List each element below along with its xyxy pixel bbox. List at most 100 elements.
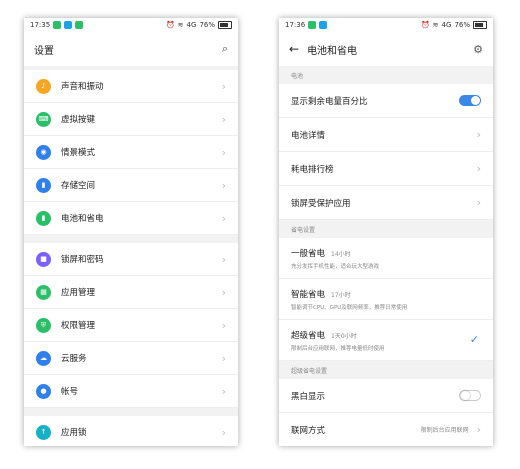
chevron-right-icon: › [221,112,226,126]
mode-time: 1天0小时 [331,332,357,340]
network-label: 4G [186,21,197,29]
network-mode-value: 限制后台应用联网 [420,427,469,434]
status-time: 17:36 [285,21,306,29]
battery-status-icon [218,21,232,29]
chevron-right-icon: › [476,128,481,141]
mode-smart[interactable]: 智能省电 17小时 智能调节CPU、GPU及联网频率，推荐日常使用 [279,279,493,320]
settings-item-virtual-keys[interactable]: ⌨ 虚拟按键 › [24,103,238,136]
eye-icon: ◉ [36,144,51,160]
mono-display-row[interactable]: 黑白显示 [279,379,493,413]
notification-icon [308,21,317,29]
mode-time: 14小时 [331,250,351,258]
mode-name: 智能省电 [291,289,326,300]
settings-item-label: 锁屏和密码 [61,255,104,265]
settings-item-scene-mode[interactable]: ◉ 情景模式 › [24,136,238,169]
settings-item-label: 情景模式 [61,148,96,158]
page-title: 设置 [34,45,54,57]
settings-item-label: 云服务 [61,354,87,364]
settings-item-sound[interactable]: ♪ 声音和振动 › [24,70,238,103]
chevron-right-icon: › [221,79,226,93]
chevron-right-icon: › [221,384,226,398]
section-header-battery: 电池 [279,66,493,84]
chevron-right-icon: › [221,351,226,365]
mode-time: 17小时 [331,291,351,299]
status-time: 17:35 [30,21,51,29]
keyboard-icon: ⌨ [36,111,51,127]
settings-item-battery[interactable]: ▮ 电池和省电 › [24,202,238,235]
power-ranking-row[interactable]: 耗电排行榜 › [279,152,493,186]
settings-item-label: 应用锁 [61,428,87,438]
back-arrow-icon[interactable]: ← [289,42,299,56]
settings-item-label: 声音和振动 [61,82,104,92]
chevron-right-icon: › [221,425,226,439]
show-percent-label: 显示剩余电量百分比 [291,96,368,107]
battery-details-row[interactable]: 电池详情 › [279,118,493,152]
mode-description: 智能调节CPU、GPU及联网频率，推荐日常使用 [291,304,408,311]
chevron-right-icon: › [221,211,226,225]
battery-screen: 17:36 ⏰ ≋ 4G 76% ← 电池和省电 ⚙ 电池 显示剩余电量百分比 … [279,18,493,446]
settings-item-label: 存储空间 [61,181,96,191]
settings-screen: 17:35 ⏰ ≋ 4G 76% 设置 ⌕ ♪ 声音和振动 › ⌨ 虚拟按键 ›… [24,18,238,446]
power-ranking-label: 耗电排行榜 [291,164,334,175]
chevron-right-icon: › [476,423,481,436]
lockscreen-apps-row[interactable]: 锁屏受保护应用 › [279,186,493,220]
settings-group-3: ↑ 应用锁 › [24,416,238,446]
section-header-saving: 省电设置 [279,220,493,238]
battery-percent: 76% [199,21,215,29]
mode-description: 限制后台应用联网，推荐电量低时使用 [291,345,385,352]
section-header-super: 超级省电设置 [279,361,493,379]
page-title: 电池和省电 [307,45,358,57]
header: ← 电池和省电 ⚙ [279,32,493,66]
mono-display-label: 黑白显示 [291,391,326,402]
wifi-icon: ≋ [432,21,439,29]
settings-item-lockscreen[interactable]: ■ 锁屏和密码 › [24,243,238,276]
status-bar: 17:36 ⏰ ≋ 4G 76% [279,18,493,32]
network-mode-label: 联网方式 [291,425,326,436]
settings-item-permissions[interactable]: ⛨ 权限管理 › [24,309,238,342]
mode-name: 一般省电 [291,248,326,259]
settings-item-storage[interactable]: ▮ 存储空间 › [24,169,238,202]
bell-icon: ♪ [36,78,51,94]
shield-icon: ⛨ [36,317,51,333]
settings-item-label: 应用管理 [61,288,96,298]
header: 设置 ⌕ [24,32,238,66]
checkmark-icon: ✓ [469,333,479,346]
show-percent-toggle[interactable] [459,95,481,106]
gear-icon[interactable]: ⚙ [473,43,483,56]
settings-item-label: 帐号 [61,387,79,397]
battery-status-icon [473,21,487,29]
settings-item-account[interactable]: ● 帐号 › [24,375,238,408]
show-percent-row[interactable]: 显示剩余电量百分比 [279,84,493,118]
app-lock-icon: ↑ [36,424,51,440]
notification-icon [75,21,84,29]
alarm-icon: ⏰ [165,21,175,29]
mode-super[interactable]: 超级省电 1天0小时 限制后台应用联网，推荐电量低时使用 ✓ [279,320,493,361]
notification-icon [53,21,62,29]
settings-item-cloud[interactable]: ☁ 云服务 › [24,342,238,375]
apps-icon: ▦ [36,284,51,300]
settings-item-app-management[interactable]: ▦ 应用管理 › [24,276,238,309]
settings-group-2: ■ 锁屏和密码 › ▦ 应用管理 › ⛨ 权限管理 › ☁ 云服务 › ● 帐号… [24,243,238,408]
mode-name: 超级省电 [291,330,326,341]
search-icon[interactable]: ⌕ [222,42,228,56]
chevron-right-icon: › [476,196,481,209]
status-bar: 17:35 ⏰ ≋ 4G 76% [24,18,238,32]
mono-display-toggle[interactable] [459,390,481,401]
network-label: 4G [441,21,452,29]
notification-icon [319,21,328,29]
settings-item-app-lock[interactable]: ↑ 应用锁 › [24,416,238,446]
settings-item-label: 权限管理 [61,321,96,331]
settings-group-1: ♪ 声音和振动 › ⌨ 虚拟按键 › ◉ 情景模式 › ▮ 存储空间 › ▮ 电… [24,70,238,235]
lock-icon: ■ [36,251,51,267]
mode-normal[interactable]: 一般省电 14小时 充分发挥手机性能，适合玩大型游戏 [279,238,493,279]
chevron-right-icon: › [221,285,226,299]
cloud-icon: ☁ [36,350,51,366]
chevron-right-icon: › [476,162,481,175]
account-icon: ● [36,383,51,399]
network-mode-row[interactable]: 联网方式 限制后台应用联网 › [279,413,493,446]
battery-percent: 76% [454,21,470,29]
chevron-right-icon: › [221,318,226,332]
mode-description: 充分发挥手机性能，适合玩大型游戏 [291,263,380,270]
battery-icon: ▮ [36,210,51,226]
divider [24,408,238,416]
